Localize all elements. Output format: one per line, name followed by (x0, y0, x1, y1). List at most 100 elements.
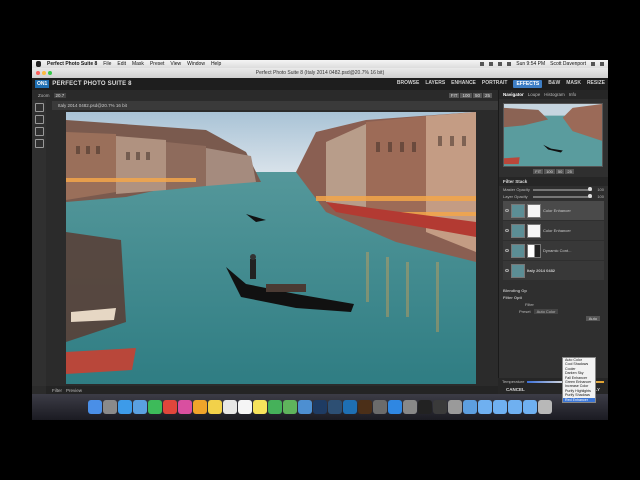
menu-window[interactable]: Window (187, 61, 205, 67)
zoom-field[interactable]: 20.7 (53, 92, 67, 98)
filter-stack-header[interactable]: Filter Stack (499, 177, 608, 186)
blending-options-header[interactable]: Blending Op (499, 287, 608, 294)
stickies-icon[interactable] (253, 400, 267, 414)
terminal-icon[interactable] (418, 400, 432, 414)
menu-file[interactable]: File (103, 61, 111, 67)
volume-icon[interactable] (498, 62, 503, 66)
module-bw[interactable]: B&W (548, 80, 560, 88)
menubar-clock[interactable]: Sun 9:54 PM (516, 61, 545, 67)
preview-checkbox[interactable]: Preview (66, 388, 82, 393)
eye-icon[interactable] (505, 209, 509, 212)
folder-icon[interactable] (478, 400, 492, 414)
lightroom-icon[interactable] (328, 400, 342, 414)
notes-icon[interactable] (208, 400, 222, 414)
module-effects[interactable]: EFFECTS (513, 80, 543, 88)
on1-icon[interactable] (343, 400, 357, 414)
menu-preset[interactable]: Preset (150, 61, 164, 67)
filter-options-header[interactable]: Filter Opti (499, 294, 608, 301)
brush-tool-icon[interactable] (34, 115, 44, 124)
spotlight-icon[interactable] (591, 62, 595, 66)
base-layer[interactable]: Italy 2014 0482 (503, 261, 604, 280)
hand-tool-icon[interactable] (34, 127, 44, 136)
notification-icon[interactable] (600, 62, 604, 66)
eye-icon[interactable] (505, 249, 509, 252)
apple-icon[interactable] (36, 61, 41, 67)
nav-25-button[interactable]: 25 (565, 169, 574, 174)
layer-mask[interactable] (527, 223, 541, 238)
app-store-icon[interactable] (388, 400, 402, 414)
menu-view[interactable]: View (170, 61, 181, 67)
layer-mask[interactable] (527, 243, 541, 258)
master-opacity-knob[interactable] (588, 187, 592, 191)
tab-histogram[interactable]: Histogram (544, 92, 565, 97)
bridge-icon[interactable] (358, 400, 372, 414)
eye-icon[interactable] (505, 229, 509, 232)
menubar-app-name[interactable]: Perfect Photo Suite 8 (47, 61, 97, 67)
module-portrait[interactable]: PORTRAIT (482, 80, 508, 88)
menu-help[interactable]: Help (211, 61, 221, 67)
launchpad-icon[interactable] (103, 400, 117, 414)
preset-dropdown[interactable]: Auto Color Cool Shadows Cooler Darken Sk… (562, 357, 596, 404)
tab-info[interactable]: Info (569, 92, 577, 97)
filter-toggle[interactable]: Filter (52, 388, 62, 393)
messages-icon[interactable] (268, 400, 282, 414)
minimize-window-icon[interactable] (42, 71, 46, 75)
folder-icon[interactable] (493, 400, 507, 414)
zoom-25-button[interactable]: 25 (482, 92, 492, 98)
module-resize[interactable]: RESIZE (587, 80, 605, 88)
master-opacity-slider[interactable] (533, 187, 592, 191)
zoom-100-button[interactable]: 100 (460, 92, 472, 98)
layer-opacity-slider[interactable] (533, 194, 592, 198)
iphoto-icon[interactable] (298, 400, 312, 414)
layer-opacity-knob[interactable] (588, 194, 592, 198)
itunes-icon[interactable] (178, 400, 192, 414)
navigator-thumbnail[interactable] (503, 103, 603, 167)
cancel-button[interactable]: CANCEL (506, 387, 525, 392)
screenshot-icon[interactable] (448, 400, 462, 414)
zoom-window-icon[interactable] (48, 71, 52, 75)
tab-navigator[interactable]: Navigator (503, 92, 524, 97)
filter-layer[interactable]: Color Enhancer (503, 201, 604, 220)
chrome-icon[interactable] (163, 400, 177, 414)
zoom-50-button[interactable]: 50 (472, 92, 482, 98)
menu-edit[interactable]: Edit (117, 61, 126, 67)
battery-icon[interactable] (507, 62, 512, 66)
auto-button[interactable]: Auto (585, 316, 600, 321)
activity-icon[interactable] (433, 400, 447, 414)
image-canvas[interactable] (66, 112, 476, 384)
menu-mask[interactable]: Mask (132, 61, 144, 67)
document-tab[interactable]: Italy 2014 0482.psd@20.7% 16 bit (52, 101, 498, 110)
module-layers[interactable]: LAYERS (425, 80, 445, 88)
aperture-icon[interactable] (373, 400, 387, 414)
layer-opacity-value[interactable]: 100 (594, 194, 604, 199)
status-icon[interactable] (480, 62, 485, 66)
nav-100-button[interactable]: 100 (544, 169, 555, 174)
preset-select[interactable]: Auto Color (533, 309, 559, 314)
filter-layer[interactable]: Dynamic Cont... (503, 241, 604, 260)
preset-option-highlighted[interactable]: Red Enhancer (563, 397, 595, 403)
preferences-icon[interactable] (403, 400, 417, 414)
wifi-icon[interactable] (489, 62, 494, 66)
documents-icon[interactable] (523, 400, 537, 414)
filter-layer[interactable]: Color Enhancer (503, 221, 604, 240)
maps-icon[interactable] (283, 400, 297, 414)
folder-icon[interactable] (508, 400, 522, 414)
tab-loupe[interactable]: Loupe (528, 92, 541, 97)
module-browse[interactable]: BROWSE (397, 80, 420, 88)
mail-icon[interactable] (133, 400, 147, 414)
nav-fit-button[interactable]: FIT (533, 169, 544, 174)
module-enhance[interactable]: ENHANCE (451, 80, 476, 88)
master-opacity-value[interactable]: 100 (594, 187, 604, 192)
calendar-icon[interactable] (223, 400, 237, 414)
safari-icon[interactable] (118, 400, 132, 414)
module-mask[interactable]: MASK (566, 80, 581, 88)
finder-icon[interactable] (88, 400, 102, 414)
facetime-icon[interactable] (148, 400, 162, 414)
nav-50-button[interactable]: 50 (555, 169, 565, 174)
downloads-icon[interactable] (463, 400, 477, 414)
eye-icon[interactable] (505, 269, 509, 272)
zoom-tool-icon[interactable] (34, 139, 44, 148)
trash-icon[interactable] (538, 400, 552, 414)
layer-mask[interactable] (527, 203, 541, 218)
crop-tool-icon[interactable] (34, 103, 44, 112)
